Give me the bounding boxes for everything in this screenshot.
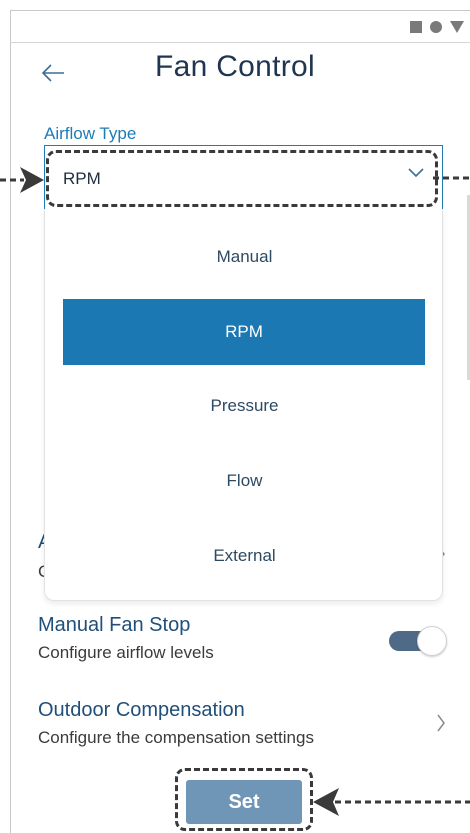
option-pressure[interactable]: Pressure (45, 373, 444, 439)
toggle-knob (417, 626, 447, 656)
list-item-outdoor-compensation[interactable]: Outdoor Compensation Configure the compe… (38, 699, 458, 748)
manual-fan-stop-toggle[interactable] (387, 626, 449, 656)
triangle-icon (450, 21, 464, 33)
airflow-type-label: Airflow Type (44, 124, 137, 143)
square-icon (410, 21, 422, 33)
status-icons (410, 21, 464, 33)
select-value: RPM (63, 169, 101, 188)
option-manual[interactable]: Manual (45, 224, 444, 290)
option-external[interactable]: External (45, 523, 444, 589)
chevron-right-icon (437, 714, 445, 732)
airflow-type-select[interactable]: RPM (44, 145, 443, 210)
row-subtitle: Configure the compensation settings (38, 728, 314, 747)
status-bar (10, 10, 470, 43)
circle-icon (430, 21, 442, 33)
page-title: Fan Control (154, 50, 316, 83)
set-button[interactable]: Set (186, 780, 302, 824)
chevron-down-icon (408, 168, 424, 178)
airflow-options-menu: Manual RPM Pressure Flow External (44, 209, 443, 601)
option-flow[interactable]: Flow (45, 448, 444, 514)
row-title: Outdoor Compensation (38, 699, 245, 721)
option-rpm[interactable]: RPM (63, 299, 425, 365)
